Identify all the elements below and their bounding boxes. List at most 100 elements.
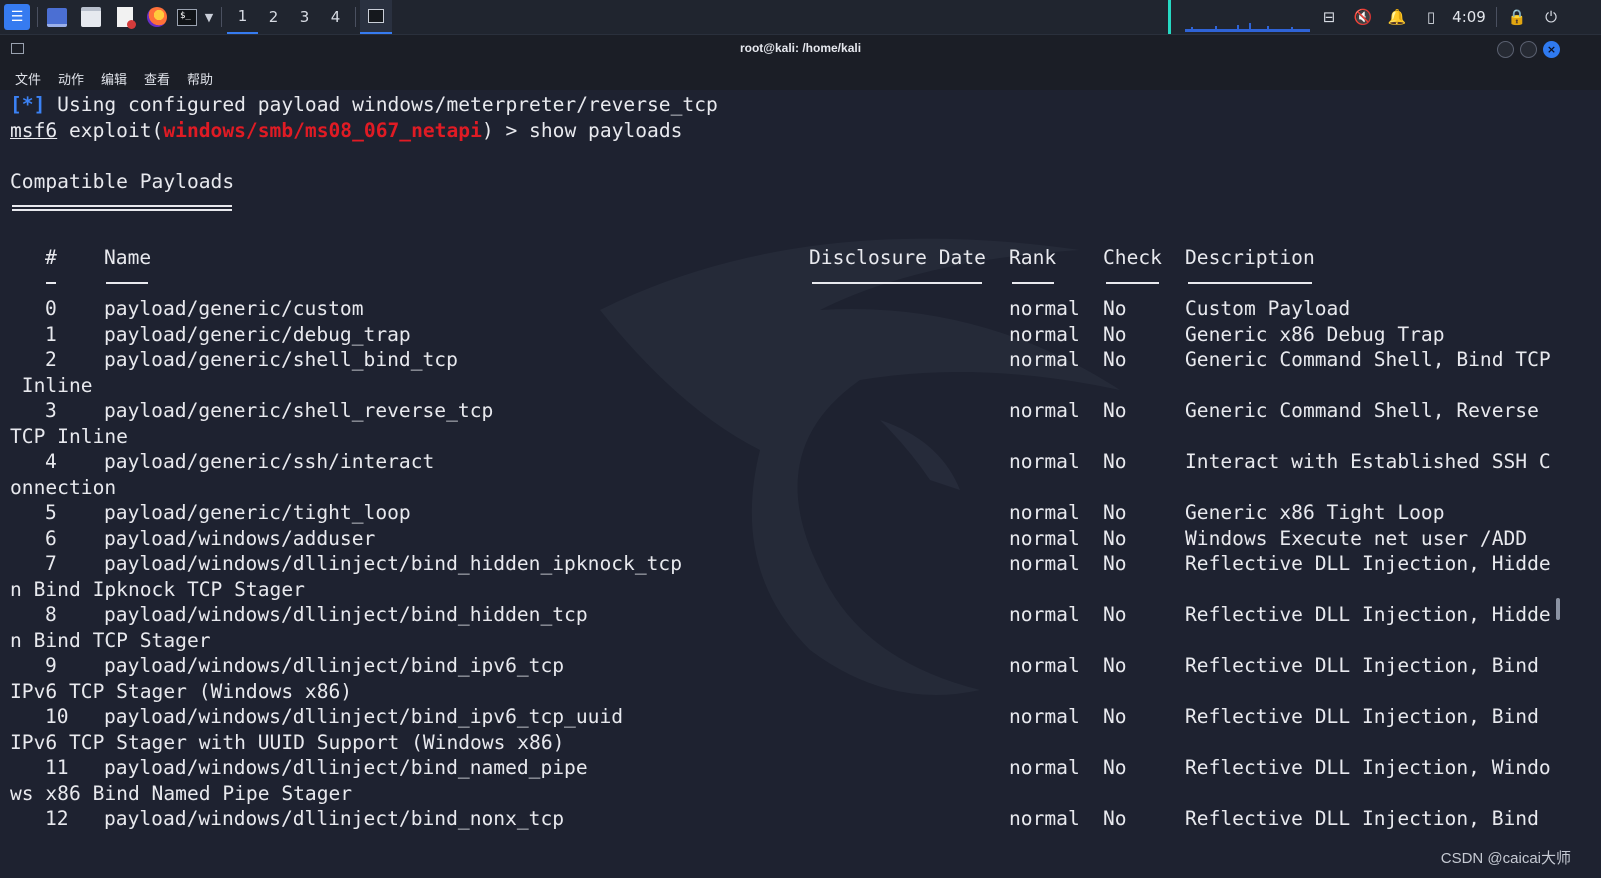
kali-menu-icon[interactable]: ☰ xyxy=(2,0,32,34)
row-number: 3 xyxy=(45,399,57,422)
csdn-watermark: CSDN @caicai大师 xyxy=(1440,850,1571,867)
row-rank: normal xyxy=(1009,603,1080,626)
chevron-down-icon[interactable]: ▼ xyxy=(202,0,216,34)
row-name: payload/windows/dllinject/bind_ipv6_tcp xyxy=(104,654,565,677)
row-number: 12 xyxy=(45,807,69,830)
top-panel: ☰ $_ ▼ 1 2 3 4 ⊟ 🔇 🔔 ▯ 4:09 🔒 ⏻ xyxy=(0,0,1601,35)
close-button[interactable]: × xyxy=(1543,41,1560,58)
header-num: # xyxy=(45,246,57,269)
panel-separator xyxy=(37,7,38,27)
maximize-button[interactable] xyxy=(1520,41,1537,58)
panel-separator xyxy=(355,7,356,27)
terminal-area[interactable]: [*] Using configured payload windows/met… xyxy=(0,90,1601,878)
logout-icon[interactable]: ⏻ xyxy=(1536,0,1566,34)
workspace-3[interactable]: 3 xyxy=(289,0,320,34)
menu-file[interactable]: 文件 xyxy=(15,69,41,88)
row-check: No xyxy=(1103,552,1127,575)
row-name: payload/generic/shell_bind_tcp xyxy=(104,348,458,371)
desktop-icon[interactable] xyxy=(45,0,69,34)
firefox-icon[interactable] xyxy=(145,0,169,34)
lock-icon[interactable]: 🔒 xyxy=(1502,0,1532,34)
terminal-icon[interactable]: $_ xyxy=(175,0,199,34)
panel-separator xyxy=(221,7,222,27)
window-title: root@kali: /home/kali xyxy=(739,41,862,55)
row-number: 11 xyxy=(45,756,69,779)
row-description-wrap: onnection xyxy=(10,475,117,499)
row-check: No xyxy=(1103,807,1127,830)
row-check: No xyxy=(1103,399,1127,422)
row-name: payload/windows/dllinject/bind_hidden_ip… xyxy=(104,552,683,575)
row-rank: normal xyxy=(1009,705,1080,728)
row-description: Generic Command Shell, Reverse xyxy=(1185,399,1539,422)
prompt-module: windows/smb/ms08_067_netapi xyxy=(163,119,482,142)
row-rank: normal xyxy=(1009,654,1080,677)
row-description: Generic x86 Tight Loop xyxy=(1185,501,1445,524)
header-rule xyxy=(1106,282,1159,284)
row-description: Reflective DLL Injection, Bind xyxy=(1185,705,1539,728)
prompt-msf: msf6 xyxy=(10,119,58,142)
clock[interactable]: 4:09 xyxy=(1446,0,1492,34)
mute-icon[interactable]: 🔇 xyxy=(1348,0,1378,34)
row-number: 1 xyxy=(45,322,57,346)
workspace-4[interactable]: 4 xyxy=(320,0,351,34)
kali-dragon-watermark xyxy=(600,238,1120,696)
row-number: 7 xyxy=(45,552,57,575)
menu-help[interactable]: 帮助 xyxy=(187,69,213,88)
header-rule xyxy=(1188,282,1312,284)
header-date: Disclosure Date xyxy=(809,246,986,269)
row-rank: normal xyxy=(1009,526,1080,550)
file-manager-icon[interactable] xyxy=(79,0,103,34)
row-check: No xyxy=(1103,654,1127,677)
prompt-line: msf6 exploit(windows/smb/ms08_067_netapi… xyxy=(10,118,682,144)
row-name: payload/generic/tight_loop xyxy=(104,501,411,524)
text-editor-icon[interactable] xyxy=(113,0,137,34)
row-number: 0 xyxy=(45,297,57,320)
row-number: 6 xyxy=(45,526,57,550)
row-rank: normal xyxy=(1009,756,1080,779)
network-icon[interactable]: ⊟ xyxy=(1314,0,1344,34)
row-name: payload/generic/shell_reverse_tcp xyxy=(104,399,494,422)
menu-edit[interactable]: 编辑 xyxy=(101,69,127,88)
info-tag: [*] xyxy=(10,93,46,116)
workspace-1[interactable]: 1 xyxy=(227,0,258,34)
row-description-wrap: IPv6 TCP Stager (Windows x86) xyxy=(10,679,353,703)
cpu-graph xyxy=(1168,0,1310,34)
row-check: No xyxy=(1103,705,1127,728)
prompt-command: ) > show payloads xyxy=(481,119,683,142)
row-rank: normal xyxy=(1009,399,1080,422)
row-rank: normal xyxy=(1009,552,1080,575)
row-number: 8 xyxy=(45,603,57,626)
scrollbar-thumb[interactable] xyxy=(1556,598,1560,620)
row-description: Reflective DLL Injection, Hidde xyxy=(1185,552,1551,575)
row-number: 4 xyxy=(45,450,57,473)
bell-icon[interactable]: 🔔 xyxy=(1382,0,1412,34)
header-name: Name xyxy=(104,246,152,269)
menu-view[interactable]: 查看 xyxy=(144,69,170,88)
header-rule xyxy=(1012,282,1054,284)
row-check: No xyxy=(1103,297,1127,320)
header-rule xyxy=(46,282,56,284)
window-titlebar[interactable]: root@kali: /home/kali × xyxy=(0,35,1601,64)
row-name: payload/generic/ssh/interact xyxy=(104,450,435,473)
row-check: No xyxy=(1103,526,1127,550)
info-text: Using configured payload windows/meterpr… xyxy=(45,93,718,116)
row-description: Generic Command Shell, Bind TCP xyxy=(1185,348,1551,371)
minimize-button[interactable] xyxy=(1497,41,1514,58)
section-title-underline xyxy=(12,205,232,211)
terminal-task-button[interactable] xyxy=(360,0,392,34)
menu-action[interactable]: 动作 xyxy=(58,69,84,88)
row-name: payload/windows/adduser xyxy=(104,526,376,550)
header-check: Check xyxy=(1103,246,1162,269)
battery-icon[interactable]: ▯ xyxy=(1416,0,1446,34)
workspace-2[interactable]: 2 xyxy=(258,0,289,34)
row-check: No xyxy=(1103,322,1127,346)
row-check: No xyxy=(1103,603,1127,626)
row-description-wrap: Inline xyxy=(10,373,93,397)
row-name: payload/windows/dllinject/bind_nonx_tcp xyxy=(104,807,565,830)
row-description-wrap: ws x86 Bind Named Pipe Stager xyxy=(10,781,353,805)
row-name: payload/windows/dllinject/bind_named_pip… xyxy=(104,756,588,779)
header-rule xyxy=(106,282,148,284)
header-description: Description xyxy=(1185,246,1315,269)
row-description: Reflective DLL Injection, Bind xyxy=(1185,807,1539,830)
row-description-wrap: IPv6 TCP Stager with UUID Support (Windo… xyxy=(10,730,565,754)
